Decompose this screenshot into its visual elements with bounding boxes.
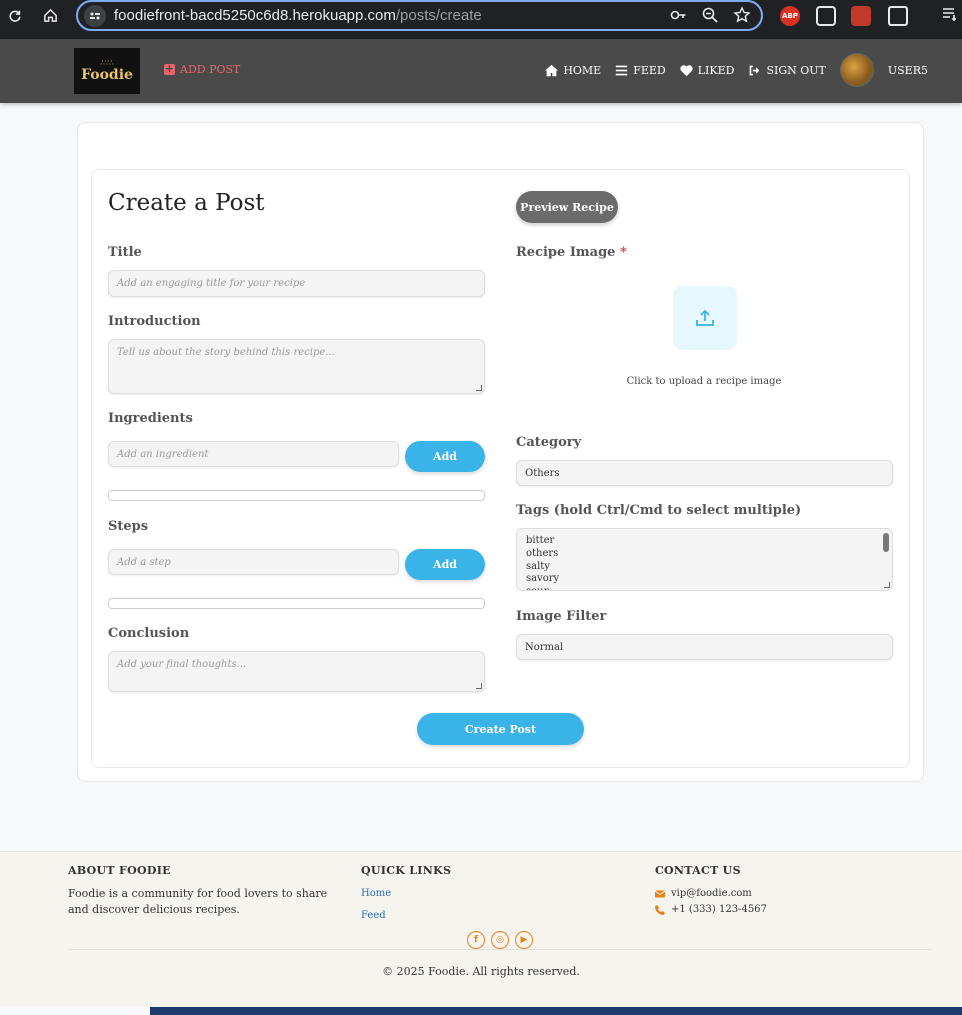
- footer-link-feed[interactable]: Feed: [361, 910, 386, 921]
- introduction-textarea[interactable]: Tell us about the story behind this reci…: [108, 339, 485, 394]
- facebook-icon[interactable]: f: [467, 931, 485, 949]
- page-title: Create a Post: [108, 190, 265, 216]
- tags-label: Tags (hold Ctrl/Cmd to select multiple): [516, 503, 802, 518]
- sign-out-icon: [750, 65, 760, 75]
- heart-icon: [680, 64, 693, 76]
- nav-feed[interactable]: FEED: [615, 64, 666, 77]
- nav-home[interactable]: HOME: [545, 64, 601, 77]
- resize-handle-icon[interactable]: [476, 683, 482, 689]
- step-list: [108, 598, 485, 609]
- recipe-image-label-text: Recipe Image: [516, 245, 616, 260]
- recipe-image-label: Recipe Image *: [516, 245, 627, 260]
- app-header: ∴∵∴ Foodie + ADD POST HOME FEED LIKED SI…: [0, 39, 962, 103]
- about-text: Foodie is a community for food lovers to…: [68, 887, 328, 916]
- resize-handle-icon[interactable]: [476, 385, 482, 391]
- nav-liked[interactable]: LIKED: [680, 63, 735, 77]
- social-links: f ◎ ▶: [467, 931, 533, 949]
- username[interactable]: USER5: [888, 64, 928, 77]
- contact-email[interactable]: vip@foodie.com: [655, 888, 752, 899]
- logo-text: Foodie: [81, 66, 133, 83]
- avatar[interactable]: [839, 53, 874, 87]
- list-icon: [616, 65, 628, 75]
- site-settings-icon[interactable]: [84, 4, 106, 27]
- adblock-extension-icon[interactable]: ABP: [780, 6, 800, 26]
- scrollbar[interactable]: [883, 533, 889, 552]
- tag-option[interactable]: bitter: [526, 535, 883, 548]
- reading-list-icon[interactable]: [942, 6, 962, 26]
- footer-link-home[interactable]: Home: [361, 888, 391, 899]
- extension-icon[interactable]: [816, 6, 836, 26]
- footer-divider: [68, 949, 932, 950]
- tag-option[interactable]: others: [526, 548, 883, 561]
- nav-liked-label: LIKED: [697, 63, 735, 77]
- required-mark: *: [619, 245, 627, 260]
- title-label: Title: [108, 245, 142, 260]
- image-filter-select[interactable]: Normal: [516, 634, 893, 660]
- conclusion-placeholder: Add your final thoughts...: [117, 659, 247, 670]
- tag-option[interactable]: sour: [526, 586, 883, 590]
- about-heading: ABOUT FOODIE: [68, 864, 171, 877]
- main-nav: HOME FEED LIKED SIGN OUT USER5: [545, 53, 928, 87]
- tags-multiselect[interactable]: bitter others salty savory sour: [516, 528, 893, 591]
- add-step-button[interactable]: Add: [405, 549, 485, 580]
- tag-option[interactable]: savory: [526, 573, 883, 586]
- key-icon[interactable]: [669, 6, 687, 28]
- add-post-link[interactable]: + ADD POST: [164, 63, 240, 76]
- title-input[interactable]: Add an engaging title for your recipe: [108, 270, 485, 297]
- envelope-icon: [655, 890, 665, 897]
- add-post-label: ADD POST: [180, 63, 241, 76]
- create-post-button[interactable]: Create Post: [417, 713, 584, 745]
- email-text: vip@foodie.com: [671, 888, 752, 899]
- plus-square-icon: +: [164, 62, 175, 75]
- steps-label: Steps: [108, 519, 149, 534]
- url-host: foodiefront-bacd5250c6d8.herokuapp.com: [114, 7, 396, 24]
- os-taskbar: [150, 1007, 962, 1015]
- nav-sign-out-label: SIGN OUT: [766, 63, 826, 77]
- nav-sign-out[interactable]: SIGN OUT: [748, 63, 826, 77]
- ingredient-input[interactable]: Add an ingredient: [108, 441, 399, 467]
- puzzle-icon[interactable]: [888, 6, 908, 26]
- conclusion-textarea[interactable]: Add your final thoughts...: [108, 651, 485, 692]
- url-text: foodiefront-bacd5250c6d8.herokuapp.com/p…: [114, 7, 482, 24]
- resize-handle-icon[interactable]: [884, 582, 890, 588]
- category-select[interactable]: Others: [516, 460, 893, 486]
- category-label: Category: [516, 435, 582, 450]
- quick-links-heading: QUICK LINKS: [361, 864, 452, 877]
- image-upload-button[interactable]: [673, 286, 737, 350]
- youtube-icon[interactable]: ▶: [515, 931, 533, 949]
- address-bar[interactable]: foodiefront-bacd5250c6d8.herokuapp.com/p…: [76, 0, 763, 31]
- extension-icon[interactable]: [851, 6, 871, 26]
- conclusion-label: Conclusion: [108, 626, 190, 641]
- contact-heading: CONTACT US: [655, 864, 741, 877]
- home-button-icon[interactable]: [39, 4, 61, 26]
- home-icon: [545, 64, 559, 76]
- preview-recipe-button[interactable]: Preview Recipe: [516, 191, 618, 223]
- logo[interactable]: ∴∵∴ Foodie: [74, 48, 140, 94]
- browser-toolbar: foodiefront-bacd5250c6d8.herokuapp.com/p…: [0, 0, 962, 39]
- url-path: /posts/create: [395, 7, 482, 24]
- phone-text: +1 (333) 123-4567: [671, 904, 767, 915]
- ingredients-label: Ingredients: [108, 411, 193, 426]
- copyright: © 2025 Foodie. All rights reserved.: [382, 965, 580, 978]
- add-ingredient-button[interactable]: Add: [405, 441, 485, 472]
- logo-steam-icon: ∴∵∴: [100, 58, 114, 67]
- tag-option[interactable]: salty: [526, 561, 883, 574]
- introduction-placeholder: Tell us about the story behind this reci…: [117, 347, 335, 358]
- reload-icon[interactable]: [4, 4, 26, 26]
- introduction-label: Introduction: [108, 314, 201, 329]
- image-filter-label: Image Filter: [516, 609, 607, 624]
- bookmark-star-icon[interactable]: [733, 6, 751, 28]
- instagram-icon[interactable]: ◎: [491, 931, 509, 949]
- upload-icon: [696, 309, 714, 326]
- contact-phone[interactable]: +1 (333) 123-4567: [655, 904, 767, 915]
- step-input[interactable]: Add a step: [108, 549, 399, 575]
- upload-hint: Click to upload a recipe image: [626, 376, 782, 387]
- ingredient-list: [108, 490, 485, 501]
- phone-icon: [655, 904, 665, 915]
- nav-home-label: HOME: [563, 63, 602, 77]
- nav-feed-label: FEED: [633, 63, 666, 77]
- zoom-icon[interactable]: [701, 6, 719, 28]
